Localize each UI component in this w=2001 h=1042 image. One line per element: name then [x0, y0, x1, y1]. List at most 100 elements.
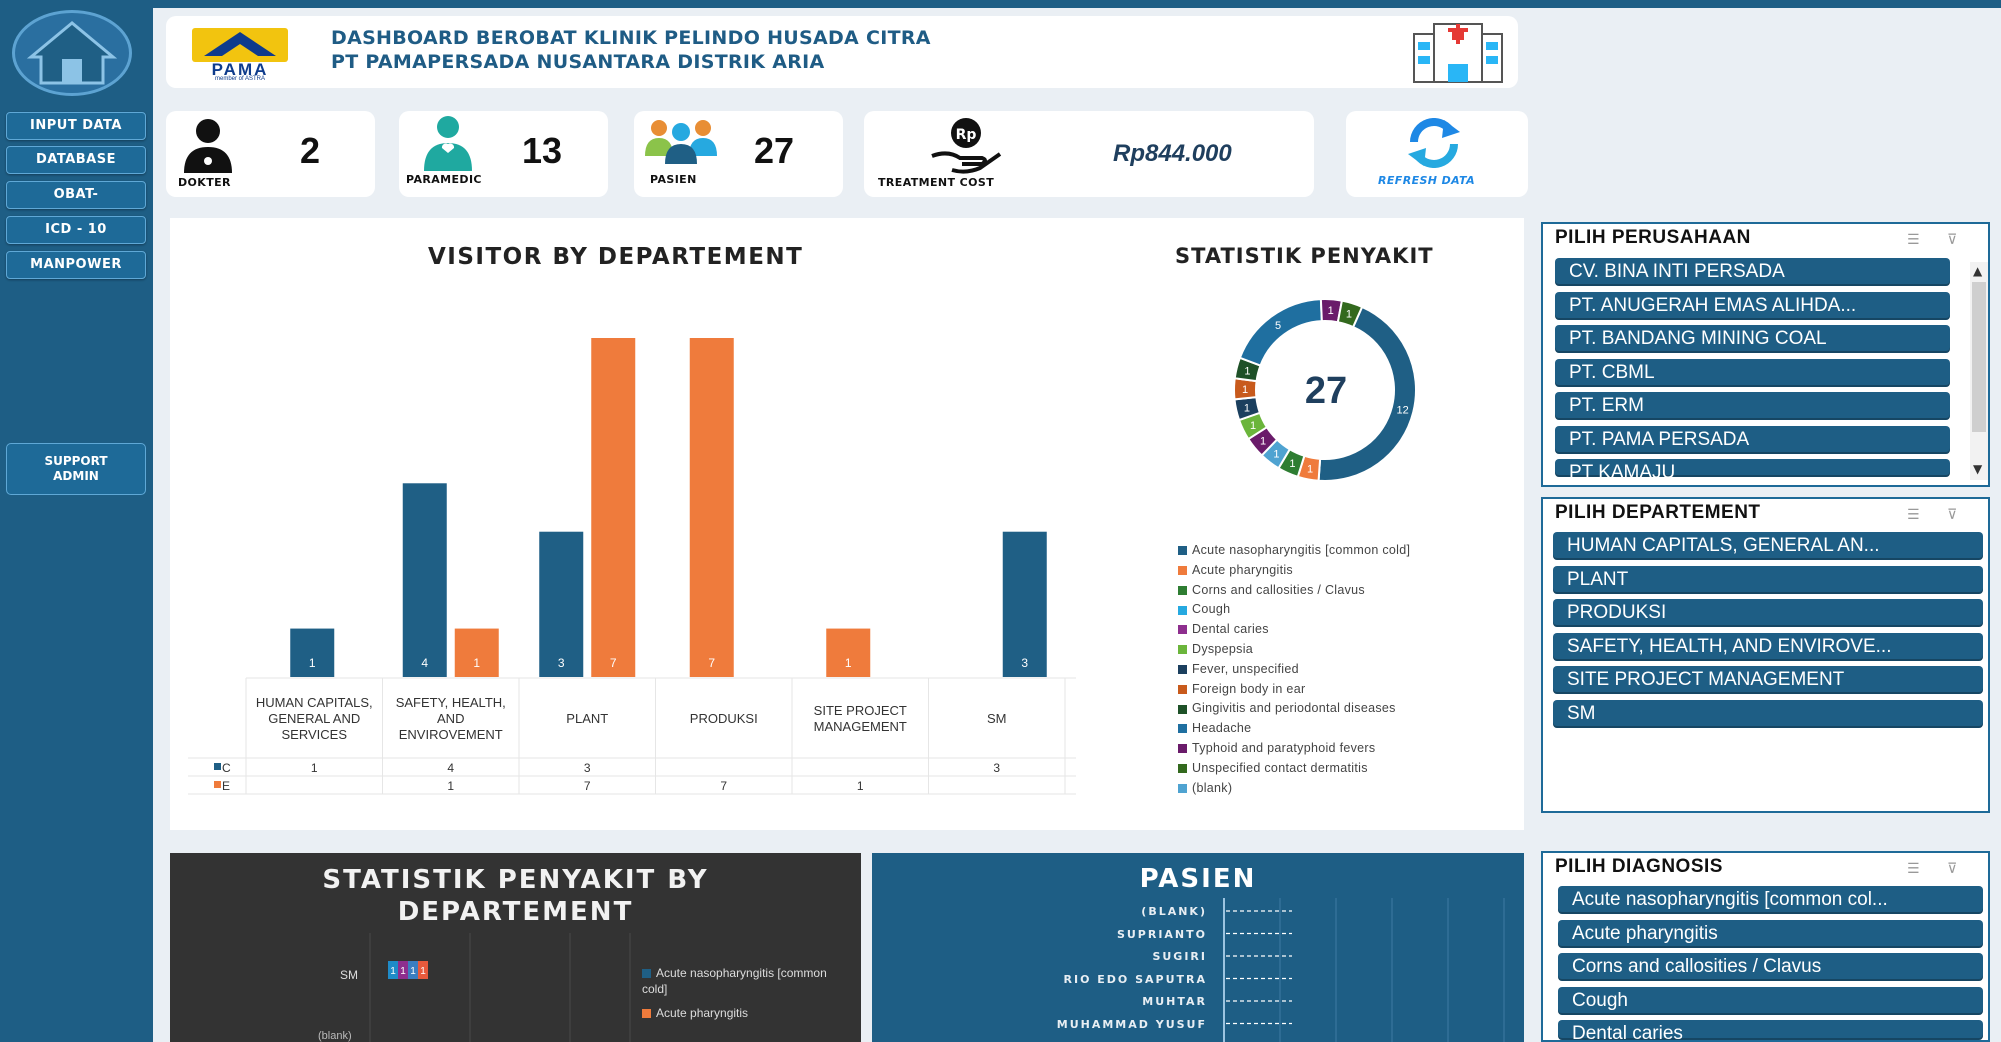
clear-filter-icon[interactable]: ⊽ — [1947, 507, 1973, 523]
donut-legend-label: Headache — [1192, 721, 1252, 736]
clear-filter-icon[interactable]: ⊽ — [1947, 232, 1973, 248]
paramedic-icon — [420, 113, 476, 173]
kpi-pasien-value: 27 — [754, 130, 795, 171]
donut-legend-item: Dyspepsia — [1178, 642, 1253, 656]
sidebar-database-button[interactable]: DATABASE — [6, 146, 146, 174]
kpi-pasien-label: PASIEN — [650, 173, 697, 186]
visitor-category-5: SM — [987, 711, 1007, 726]
statistik-by-departement-chart: 1111 — [369, 933, 631, 1042]
support-admin-button[interactable]: SUPPORT ADMIN — [6, 443, 146, 495]
visitor-table-value: 1 — [856, 779, 864, 793]
slicer-diagnosis-item[interactable]: Acute pharyngitis — [1558, 919, 1983, 948]
donut-legend-label: Corns and callosities / Clavus — [1192, 582, 1365, 597]
legend-swatch — [1178, 645, 1187, 655]
hospital-icon — [1408, 20, 1508, 84]
donut-slice-label: 1 — [1244, 402, 1250, 414]
dashboard-title: DASHBOARD BEROBAT KLINIK PELINDO HUSADA … — [331, 27, 931, 49]
slicer-perusahaan-item[interactable]: PT. BANDANG MINING COAL — [1555, 325, 1950, 353]
donut-center-value: 27 — [1304, 370, 1348, 412]
slicer-departement-item[interactable]: SM — [1553, 699, 1983, 728]
dept-legend-0-label: Acute nasopharyngitis [common cold] — [642, 966, 827, 996]
slicer-perusahaan-item[interactable]: PT. CBML — [1555, 358, 1950, 387]
donut-slice-label: 1 — [1289, 458, 1295, 470]
donut-legend-item: Typhoid and paratyphoid fevers — [1178, 741, 1375, 755]
slicer-departement-item[interactable]: SAFETY, HEALTH, AND ENVIROVE... — [1553, 632, 1983, 661]
donut-legend-label: Acute nasopharyngitis [common cold] — [1192, 543, 1411, 557]
slicer-perusahaan-item[interactable]: PT KAMAJU — [1555, 459, 1950, 477]
slicer-departement-item[interactable]: PLANT — [1553, 565, 1983, 594]
donut-slice-9 — [1238, 298, 1323, 367]
slicer-diagnosis-item[interactable]: Acute nasopharyngitis [common col... — [1558, 886, 1983, 914]
svg-text:Rp: Rp — [956, 127, 977, 143]
dept-legend-0: Acute nasopharyngitis [common cold] — [642, 965, 842, 997]
visitor-table-value: 7 — [720, 779, 728, 793]
treatment-cost-icon: Rp — [928, 116, 1004, 174]
multiselect-icon[interactable]: ☰ — [1907, 232, 1933, 248]
home-icon — [26, 21, 118, 85]
kpi-paramedic-value: 13 — [522, 130, 563, 171]
sidebar-obat-button[interactable]: OBAT- — [6, 181, 146, 209]
dept-stack-label: 1 — [420, 966, 426, 977]
donut-legend-item: Corns and callosities / Clavus — [1178, 583, 1365, 597]
slicer-diagnosis-item[interactable]: Corns and callosities / Clavus — [1558, 953, 1983, 981]
donut-slice-label: 12 — [1396, 404, 1408, 416]
kpi-treatment-value: Rp844.000 — [1113, 140, 1232, 167]
refresh-icon[interactable] — [1404, 118, 1464, 168]
slicer-diagnosis-title: PILIH DIAGNOSIS — [1555, 856, 1723, 877]
slicer-departement-item[interactable]: HUMAN CAPITALS, GENERAL AN... — [1553, 532, 1983, 560]
visitor-category-0: HUMAN CAPITALS, GENERAL AND SERVICES — [255, 695, 373, 742]
visitor-category-2: PLANT — [566, 711, 609, 726]
legend-swatch — [1178, 585, 1187, 595]
donut-legend-label: Foreign body in ear — [1192, 681, 1306, 696]
sidebar-input-data-button[interactable]: INPUT DATA — [6, 112, 146, 140]
scroll-down-icon[interactable]: ▼ — [1973, 462, 1982, 476]
visitor-table-value: 1 — [447, 779, 455, 793]
donut-legend-label: Cough — [1192, 602, 1231, 617]
home-button[interactable] — [12, 10, 132, 96]
refresh-data-label[interactable]: REFRESH DATA — [1378, 174, 1475, 187]
slicer-departement-item[interactable]: SITE PROJECT MANAGEMENT — [1553, 666, 1983, 694]
legend-swatch — [642, 1009, 651, 1019]
clear-filter-icon[interactable]: ⊽ — [1947, 861, 1973, 877]
multiselect-icon[interactable]: ☰ — [1907, 507, 1933, 523]
donut-legend-label: (blank) — [1192, 780, 1233, 795]
pasien-name-label: SUGIRI — [1152, 950, 1207, 963]
visitor-bar-label: 1 — [309, 656, 316, 670]
pasien-name-label: MUHTAR — [1142, 995, 1207, 1008]
donut-legend-item: Dental caries — [1178, 622, 1269, 636]
dept-category-sm: SM — [340, 968, 358, 982]
legend-swatch — [1178, 783, 1187, 793]
legend-swatch — [1178, 605, 1187, 615]
visitor-category-4: SITE PROJECT MANAGEMENT — [813, 703, 907, 734]
slicer-perusahaan-item[interactable]: PT. ANUGERAH EMAS ALIHDA... — [1555, 291, 1950, 320]
scroll-up-icon[interactable]: ▲ — [1973, 264, 1982, 278]
sidebar-icd10-button[interactable]: ICD - 10 — [6, 216, 146, 244]
slicer-diagnosis-item[interactable]: Dental caries — [1558, 1020, 1983, 1040]
slicer-perusahaan-item[interactable]: CV. BINA INTI PERSADA — [1555, 258, 1950, 286]
kpi-paramedic-label: PARAMEDIC — [406, 173, 482, 186]
dept-legend-1: Acute pharyngitis — [642, 1006, 748, 1020]
donut-legend-item: Headache — [1178, 721, 1251, 735]
dept-stack-label: 1 — [410, 966, 416, 977]
visitor-bar-label: 3 — [1021, 656, 1028, 670]
visitor-table-value: 1 — [310, 761, 318, 775]
slicer-scrollbar[interactable]: ▲ ▼ — [1970, 262, 1988, 480]
slicer-diagnosis-item[interactable]: Cough — [1558, 986, 1983, 1015]
kpi-treatment-label: TREATMENT COST — [878, 176, 995, 189]
donut-slice-label: 1 — [1328, 305, 1334, 317]
legend-swatch — [1178, 625, 1187, 635]
slicer-departement-item[interactable]: PRODUKSI — [1553, 599, 1983, 627]
multiselect-icon[interactable]: ☰ — [1907, 861, 1933, 877]
visitor-table-value: 3 — [583, 761, 591, 775]
dashboard-subtitle: PT PAMAPERSADA NUSANTARA DISTRIK ARIA — [331, 51, 825, 73]
donut-slice-label: 1 — [1244, 366, 1250, 378]
scroll-thumb[interactable] — [1972, 282, 1986, 432]
kpi-dokter-label: DOKTER — [178, 176, 231, 189]
sidebar-manpower-button[interactable]: MANPOWER — [6, 251, 146, 279]
slicer-perusahaan-item[interactable]: PT. PAMA PERSADA — [1555, 425, 1950, 454]
legend-swatch — [1178, 704, 1187, 714]
admin-label: ADMIN — [53, 469, 99, 483]
legend-swatch — [1178, 724, 1187, 734]
donut-slice-label: 1 — [1250, 420, 1256, 432]
slicer-perusahaan-item[interactable]: PT. ERM — [1555, 392, 1950, 420]
